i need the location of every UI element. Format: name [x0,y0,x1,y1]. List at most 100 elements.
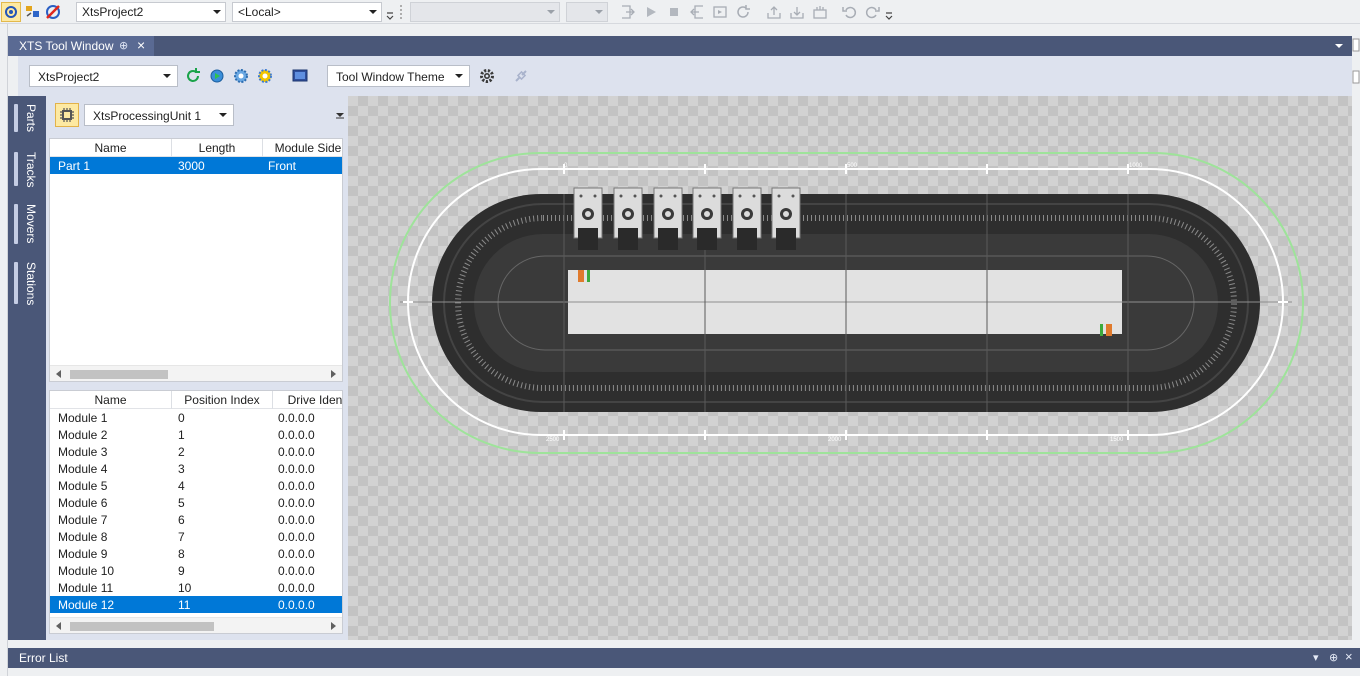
mover[interactable] [771,187,801,250]
column-header[interactable]: Name [50,393,171,407]
stop-icon[interactable] [666,4,682,20]
gear-icon[interactable] [478,67,496,85]
target-selector-icon[interactable] [1,2,21,22]
mover[interactable] [692,187,722,250]
disconnected-plug-icon[interactable] [512,67,530,85]
scroll-edge-icon[interactable] [1352,70,1360,84]
table-row[interactable]: Module 6 5 0.0.0.0 [50,494,342,511]
close-icon[interactable]: × [1345,649,1353,664]
column-header[interactable]: Position Index [172,393,272,407]
upload-icon[interactable] [766,4,782,20]
processing-unit-select-value: XtsProcessingUnit 1 [93,109,202,123]
xts-project-select[interactable]: XtsProject2 [29,65,178,87]
detach-icon[interactable] [689,4,705,20]
scroll-left-icon[interactable] [56,622,61,630]
step-icon[interactable] [712,4,728,20]
window-menu-icon[interactable]: ▾ [1313,651,1319,664]
module-drive: 0.0.0.0 [278,462,315,476]
theme-select[interactable]: Tool Window Theme [327,65,470,87]
toolbar-overflow-icon[interactable] [385,3,395,21]
run-config-icon[interactable] [208,67,226,85]
module-index: 9 [178,564,185,578]
horizontal-scrollbar[interactable] [50,365,342,381]
undo-icon[interactable] [842,4,858,20]
redo-icon[interactable] [864,4,880,20]
table-row[interactable]: Module 8 7 0.0.0.0 [50,528,342,545]
mover[interactable] [732,187,762,250]
project-select-value: XtsProject2 [82,5,144,19]
attach-icon[interactable] [620,4,636,20]
station-marker[interactable] [1106,324,1112,336]
station-marker[interactable] [578,270,584,282]
scrollbar-thumb[interactable] [70,622,214,631]
close-icon[interactable]: × [137,37,145,53]
chevron-down-icon [369,10,377,14]
table-row[interactable]: Module 9 8 0.0.0.0 [50,545,342,562]
no-route-icon[interactable] [44,3,62,21]
table-row[interactable]: Module 2 1 0.0.0.0 [50,426,342,443]
side-tab-strip: Parts Tracks Movers Stations [8,96,46,640]
table-row[interactable]: Module 10 9 0.0.0.0 [50,562,342,579]
window-menu-icon[interactable] [1334,42,1344,50]
scrollbar-thumb[interactable] [70,370,168,379]
pin-icon[interactable]: ⊕ [119,39,128,52]
config-icon[interactable] [812,4,828,20]
table-row-selected[interactable]: Module 12 11 0.0.0.0 [50,596,342,613]
settings-blue-gear-icon[interactable] [232,67,250,85]
monitor-icon[interactable] [291,67,309,85]
tab-xts-tool-window[interactable]: XTS Tool Window ⊕ × [8,36,154,56]
scroll-right-icon[interactable] [331,370,336,378]
tab-tracks[interactable]: Tracks [14,152,46,188]
refresh-icon[interactable] [184,67,202,85]
left-gutter [0,24,8,676]
scroll-left-icon[interactable] [56,370,61,378]
table-row[interactable]: Module 4 3 0.0.0.0 [50,460,342,477]
table-row[interactable]: Module 11 10 0.0.0.0 [50,579,342,596]
mover[interactable] [573,187,603,250]
part-name: Part 1 [58,159,91,173]
column-header[interactable]: Name [50,141,171,155]
table-row[interactable]: Part 1 3000 Front [50,157,342,174]
processing-unit-select[interactable]: XtsProcessingUnit 1 [84,104,234,126]
station-marker[interactable] [587,270,590,282]
scroll-edge-icon[interactable] [1352,38,1360,52]
tool-window-toolbar: XtsProject2 Tool Window Theme [18,56,1360,96]
table-row[interactable]: Module 1 0 0.0.0.0 [50,409,342,426]
module-index: 8 [178,547,185,561]
column-header[interactable]: Length [172,141,262,155]
panel-menu-icon[interactable] [336,113,344,119]
column-header[interactable]: Module Side [263,141,342,155]
table-row[interactable]: Module 5 4 0.0.0.0 [50,477,342,494]
module-name: Module 3 [58,445,108,459]
module-drive: 0.0.0.0 [278,530,315,544]
error-list-header[interactable]: Error List ▾ ⊕ × [8,648,1360,668]
station-marker[interactable] [1100,324,1103,336]
settings-yellow-gear-icon[interactable] [256,67,274,85]
download-icon[interactable] [789,4,805,20]
start-icon[interactable] [643,4,659,20]
choose-target-icon[interactable] [24,3,42,21]
restart-icon[interactable] [735,4,751,20]
table-row[interactable]: Module 7 6 0.0.0.0 [50,511,342,528]
tab-movers[interactable]: Movers [14,204,46,244]
mover[interactable] [613,187,643,250]
toolbar-overflow-icon[interactable] [884,3,894,21]
scale-label: 500 [847,163,858,169]
mover[interactable] [653,187,683,250]
pin-icon[interactable]: ⊕ [1329,651,1338,664]
theme-select-value: Tool Window Theme [336,70,445,84]
tab-indicator [14,152,18,186]
tab-parts[interactable]: Parts [14,104,46,132]
platform-select[interactable]: <Local> [232,2,382,22]
tab-stations[interactable]: Stations [14,262,46,305]
horizontal-scrollbar[interactable] [50,617,342,633]
column-header[interactable]: Drive Identi [273,393,342,407]
scale-label: 1500 [1110,437,1124,443]
module-index: 7 [178,530,185,544]
table-row[interactable]: Module 3 2 0.0.0.0 [50,443,342,460]
processing-unit-icon[interactable] [55,103,79,127]
project-select[interactable]: XtsProject2 [76,2,226,22]
module-index: 6 [178,513,185,527]
track-canvas[interactable]: 0 500 1000 2500 2000 1500 [348,96,1360,640]
scroll-right-icon[interactable] [331,622,336,630]
